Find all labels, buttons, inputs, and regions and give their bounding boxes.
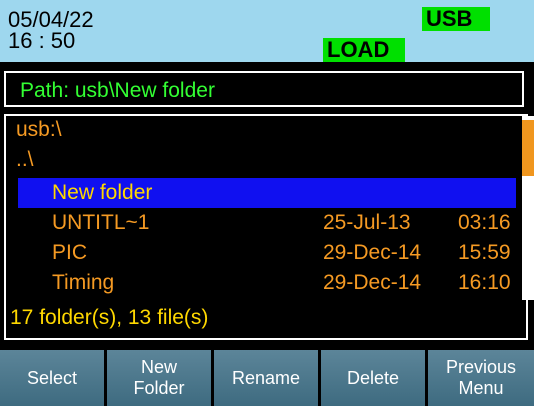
- file-row-timing[interactable]: Timing 29-Dec-14 16:10: [18, 268, 516, 298]
- file-date: 29-Dec-14: [323, 241, 422, 264]
- previous-menu-button-label-2: Menu: [458, 378, 504, 398]
- file-name: New folder: [52, 181, 153, 204]
- select-button[interactable]: Select: [0, 350, 104, 406]
- file-date: 25-Jul-13: [323, 211, 411, 234]
- new-folder-button-label-2: Folder: [133, 378, 185, 398]
- file-name: Timing: [52, 271, 115, 294]
- softkey-bar: Select New Folder Rename Delete Previous…: [0, 350, 534, 406]
- file-list-scrollbar[interactable]: [522, 116, 534, 300]
- file-row-pic[interactable]: PIC 29-Dec-14 15:59: [18, 238, 516, 268]
- select-button-label: Select: [26, 367, 78, 388]
- scrollbar-thumb[interactable]: [522, 120, 534, 176]
- file-count-summary: 17 folder(s), 13 file(s): [10, 306, 209, 329]
- file-time: 03:16: [458, 211, 511, 234]
- usb-badge: USB: [422, 7, 490, 31]
- status-header: 05/04/22 16 : 50 USB LOAD: [0, 0, 534, 62]
- file-name: UNTITL~1: [52, 211, 150, 234]
- file-browser: usb:\ ..\ New folder UNTITL~1 25-Jul-13 …: [4, 114, 528, 340]
- path-box: Path: usb\New folder: [4, 71, 524, 107]
- delete-button[interactable]: Delete: [321, 350, 425, 406]
- rename-button-label: Rename: [231, 367, 301, 388]
- parent-directory[interactable]: ..\: [16, 148, 34, 172]
- new-folder-button-label-1: New: [140, 357, 177, 377]
- file-date: 29-Dec-14: [323, 271, 422, 294]
- load-badge: LOAD: [323, 38, 405, 62]
- delete-button-label: Delete: [346, 367, 400, 388]
- root-directory[interactable]: usb:\: [16, 118, 62, 142]
- previous-menu-button[interactable]: Previous Menu: [428, 350, 534, 406]
- file-row-new-folder[interactable]: New folder: [18, 178, 516, 208]
- file-time: 15:59: [458, 241, 511, 264]
- file-time: 16:10: [458, 271, 511, 294]
- rename-button[interactable]: Rename: [214, 350, 318, 406]
- time-display: 16 : 50: [8, 28, 76, 53]
- file-name: PIC: [52, 241, 88, 264]
- previous-menu-button-label-1: Previous: [445, 357, 517, 377]
- file-row-untitl[interactable]: UNTITL~1 25-Jul-13 03:16: [18, 208, 516, 238]
- new-folder-button[interactable]: New Folder: [107, 350, 211, 406]
- path-label: Path: usb\New folder: [20, 79, 215, 102]
